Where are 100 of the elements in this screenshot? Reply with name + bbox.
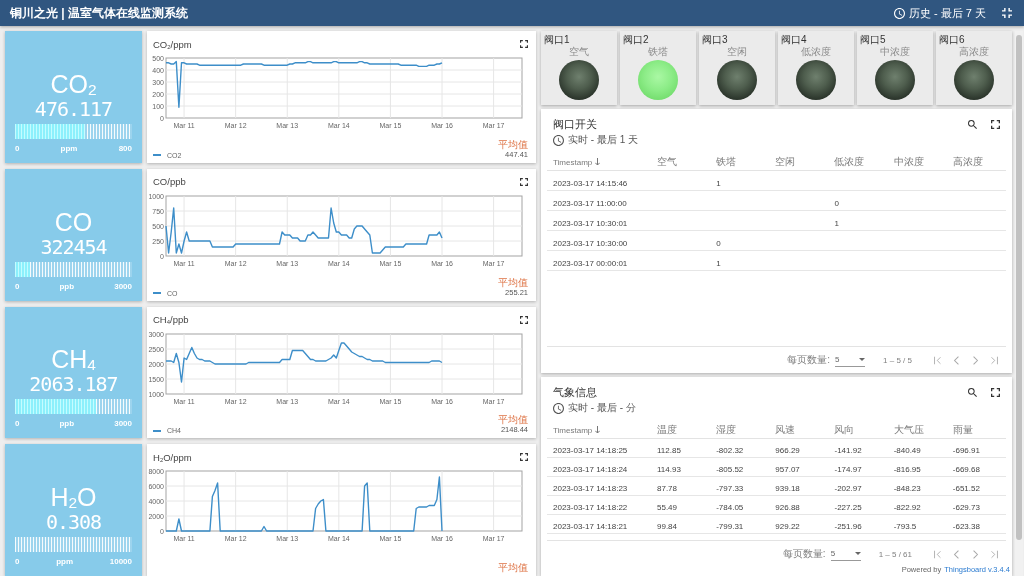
gauge-title: H$_{2}$O bbox=[50, 483, 97, 511]
page-size-select[interactable]: 5 bbox=[830, 547, 861, 561]
chevron-left-icon bbox=[953, 355, 960, 365]
search-button[interactable] bbox=[968, 120, 977, 129]
valve-title: 阀口3 bbox=[702, 34, 728, 46]
unit-label: ppb bbox=[59, 419, 75, 430]
scale-min-label: 0 bbox=[15, 419, 20, 430]
data-value: -696.91 bbox=[952, 446, 980, 455]
column-header[interactable]: 湿度 bbox=[716, 424, 737, 435]
fullscreen-button[interactable] bbox=[520, 177, 528, 186]
fullscreen-button[interactable] bbox=[991, 120, 1000, 129]
data-value: -629.73 bbox=[952, 503, 980, 512]
data-value: -822.92 bbox=[893, 503, 921, 512]
valve-title: 阀口6 bbox=[939, 34, 965, 46]
fullscreen-button[interactable] bbox=[520, 40, 528, 48]
scale-max-label: 3000 bbox=[114, 281, 132, 292]
data-value: 1 bbox=[716, 258, 721, 268]
fullscreen-button[interactable] bbox=[520, 453, 528, 462]
scrollbar-thumb[interactable] bbox=[1016, 35, 1022, 540]
column-header[interactable]: Timestamp bbox=[553, 426, 593, 435]
expand-corners-icon bbox=[520, 40, 528, 48]
data-value: -227.25 bbox=[834, 503, 862, 512]
column-header[interactable]: 大气压 bbox=[893, 424, 924, 435]
data-value: -623.38 bbox=[952, 522, 980, 531]
data-value: -651.52 bbox=[952, 484, 980, 493]
data-value: -848.23 bbox=[893, 484, 921, 493]
timewindow-button[interactable]: 实时 - 最后 - 分 bbox=[553, 400, 636, 416]
valve-label: 空气 bbox=[569, 46, 589, 57]
gauge-value: 0.308 bbox=[45, 511, 102, 533]
legend-line-icon bbox=[153, 154, 161, 157]
data-value: -793.5 bbox=[893, 522, 917, 531]
table-title: 阀口开关 bbox=[553, 117, 597, 132]
data-value: 926.88 bbox=[775, 503, 800, 512]
data-value: -799.31 bbox=[716, 522, 744, 531]
column-header[interactable]: 空气 bbox=[657, 156, 677, 167]
valve-title: 阀口2 bbox=[623, 34, 649, 46]
gauge-title: CO bbox=[54, 207, 93, 236]
legend-line-icon bbox=[153, 291, 161, 295]
column-header[interactable]: 中浓度 bbox=[893, 156, 924, 167]
data-value: -840.49 bbox=[893, 446, 921, 455]
unit-label: ppm bbox=[60, 143, 78, 154]
data-value: 957.07 bbox=[775, 465, 800, 474]
caret-down-icon bbox=[854, 552, 861, 555]
fullscreen-button[interactable] bbox=[991, 388, 1000, 397]
chart-title: CO/ppb bbox=[153, 176, 186, 188]
exit-fullscreen-button[interactable] bbox=[1002, 8, 1012, 18]
data-value: 929.22 bbox=[775, 522, 800, 531]
data-value: -669.68 bbox=[952, 465, 980, 474]
unit-label: ppb bbox=[59, 281, 75, 292]
data-value: 939.18 bbox=[775, 484, 800, 493]
page-size-select[interactable]: 5 bbox=[835, 353, 866, 367]
column-header[interactable]: 空闲 bbox=[775, 156, 796, 167]
legend-line-icon bbox=[153, 429, 161, 432]
column-header[interactable]: 高浓度 bbox=[952, 156, 983, 167]
data-value: 112.85 bbox=[657, 446, 681, 455]
data-value: -174.97 bbox=[834, 465, 862, 474]
chevron-bar-left-icon bbox=[934, 549, 941, 559]
data-value: 114.93 bbox=[657, 465, 681, 474]
data-value: 966.29 bbox=[775, 446, 800, 455]
fullscreen-button[interactable] bbox=[520, 315, 528, 324]
column-header[interactable]: Timestamp bbox=[553, 158, 593, 167]
page-size-label: 每页数量: bbox=[787, 353, 831, 367]
expand-corners-icon bbox=[520, 315, 528, 324]
data-value: -797.33 bbox=[716, 484, 744, 493]
column-header[interactable]: 风速 bbox=[775, 424, 796, 435]
search-icon bbox=[968, 388, 977, 397]
expand-corners-icon bbox=[520, 177, 528, 186]
search-button[interactable] bbox=[968, 388, 977, 397]
valve-label: 中浓度 bbox=[880, 46, 910, 57]
timewindow-button[interactable]: 历史 - 最后 7 天 bbox=[894, 5, 986, 21]
column-header[interactable]: 铁塔 bbox=[716, 156, 737, 167]
column-header[interactable]: 温度 bbox=[657, 424, 677, 435]
data-value: -141.92 bbox=[834, 446, 862, 455]
timestamp-text: 2023-03-17 14:18:23 bbox=[553, 484, 628, 493]
valve-label: 铁塔 bbox=[648, 46, 668, 57]
data-value: -805.52 bbox=[716, 465, 744, 474]
timestamp-text: 2023-03-17 14:18:21 bbox=[553, 522, 628, 531]
average-label: 平均值 bbox=[498, 562, 528, 573]
clock-icon bbox=[894, 7, 905, 19]
chevron-right-icon bbox=[972, 549, 979, 559]
valve-title: 阀口4 bbox=[781, 34, 807, 46]
scale-max-label: 3000 bbox=[114, 419, 132, 430]
page-size-label: 每页数量: bbox=[782, 547, 826, 561]
column-header[interactable]: 风向 bbox=[834, 424, 855, 435]
average-label: 平均值 bbox=[498, 276, 528, 288]
data-value: 99.84 bbox=[657, 522, 678, 531]
scale-min-label: 0 bbox=[15, 557, 20, 567]
gauge-value: 476.117 bbox=[34, 97, 113, 120]
valve-title: 阀口5 bbox=[860, 34, 886, 46]
valve-label: 高浓度 bbox=[959, 46, 989, 57]
column-header[interactable]: 低浓度 bbox=[834, 156, 865, 167]
timestamp-text: 2023-03-17 10:30:01 bbox=[553, 218, 628, 228]
data-value: 1 bbox=[834, 218, 839, 228]
caret-down-icon bbox=[859, 358, 866, 361]
column-header[interactable]: 雨量 bbox=[952, 424, 973, 435]
gauge-value: 2063.187 bbox=[29, 373, 118, 396]
data-value: -802.32 bbox=[716, 446, 744, 455]
scale-max-label: 800 bbox=[118, 143, 132, 154]
data-value: -816.95 bbox=[893, 465, 921, 474]
timewindow-button[interactable]: 实时 - 最后 1 天 bbox=[553, 132, 638, 148]
